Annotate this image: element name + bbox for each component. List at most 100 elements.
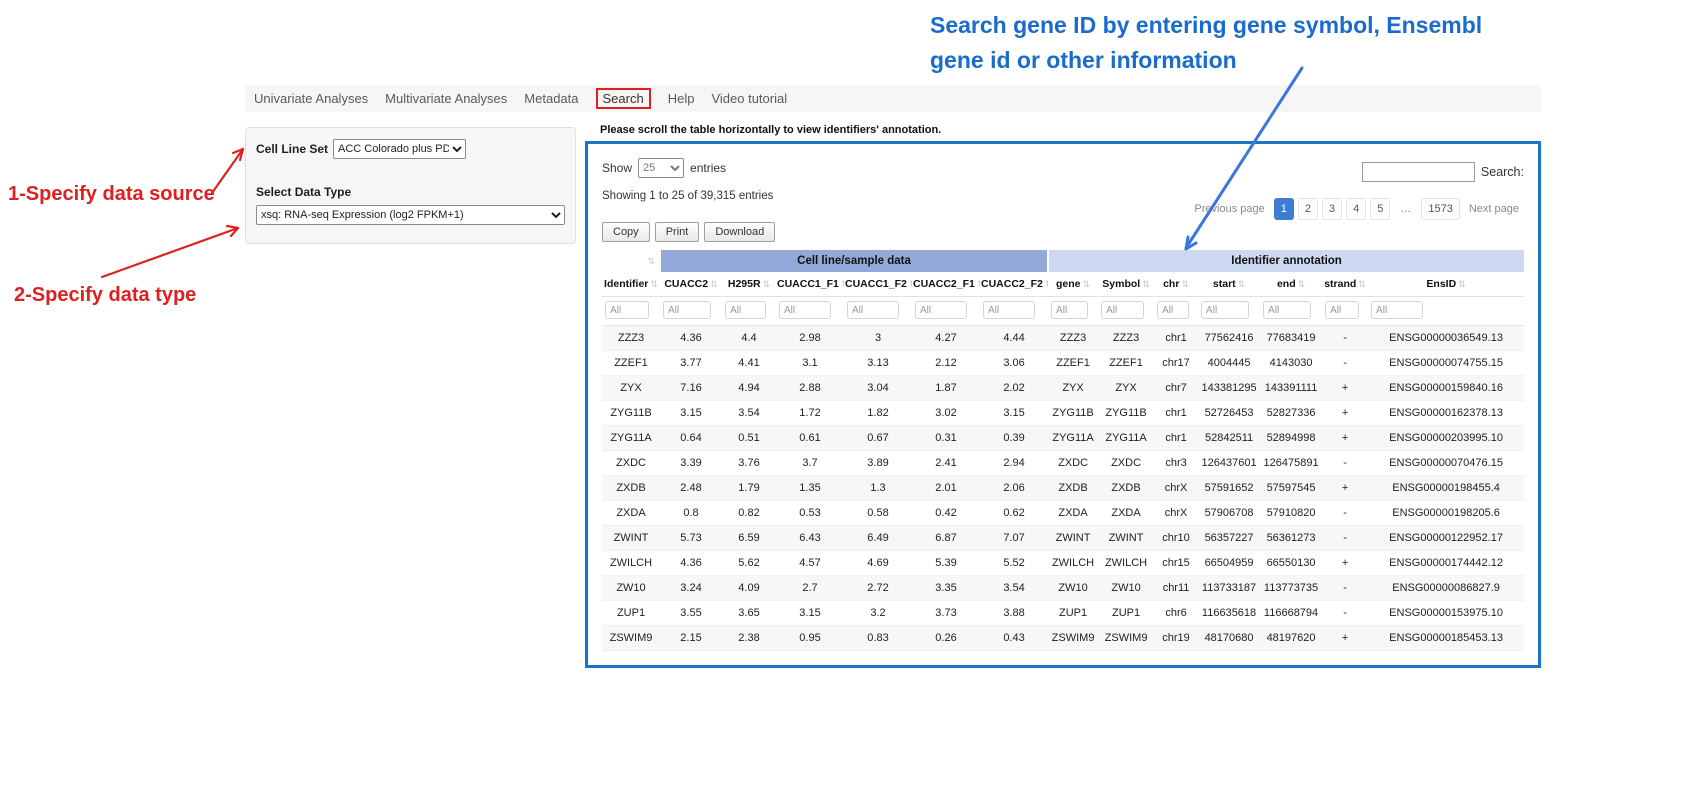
table-cell: -	[1322, 326, 1368, 351]
corner-cell: ⇅	[602, 250, 660, 272]
table-cell: 2.7	[776, 576, 844, 601]
sort-icon[interactable]: ⇅	[647, 256, 655, 266]
filter-input-symbol[interactable]	[1101, 301, 1144, 319]
sort-icon[interactable]: ⇅	[1238, 279, 1246, 289]
nav-item-search[interactable]: Search	[596, 88, 651, 109]
sort-icon[interactable]: ⇅	[909, 279, 912, 289]
download-button[interactable]: Download	[704, 222, 775, 242]
table-cell: 1.82	[844, 401, 912, 426]
sort-icon[interactable]: ⇅	[841, 279, 844, 289]
table-cell: ZUP1	[1098, 601, 1154, 626]
table-cell: ZYG11A	[602, 426, 660, 451]
nav-item-metadata[interactable]: Metadata	[524, 91, 578, 106]
table-cell: +	[1322, 551, 1368, 576]
table-cell: ZUP1	[1048, 601, 1098, 626]
table-cell: ZXDA	[1098, 501, 1154, 526]
sort-icon[interactable]: ⇅	[1358, 279, 1366, 289]
table-cell: ZXDC	[602, 451, 660, 476]
pagination-page-2[interactable]: 2	[1298, 198, 1318, 220]
column-header-cuacc2_f1[interactable]: CUACC2_F1⇅	[912, 272, 980, 297]
data-type-label: Select Data Type	[256, 185, 565, 199]
table-cell: 2.94	[980, 451, 1048, 476]
filter-input-cuacc2[interactable]	[663, 301, 711, 319]
column-header-symbol[interactable]: Symbol⇅	[1098, 272, 1154, 297]
column-header-h295r[interactable]: H295R⇅	[722, 272, 776, 297]
search-group: Search:	[1362, 162, 1524, 182]
table-row: ZZZ34.364.42.9834.274.44ZZZ3ZZZ3chr17756…	[602, 326, 1524, 351]
table-cell: 3.76	[722, 451, 776, 476]
column-header-start[interactable]: start⇅	[1198, 272, 1260, 297]
entries-info: Showing 1 to 25 of 39,315 entries	[602, 190, 773, 202]
column-label: H295R	[728, 278, 761, 290]
column-header-chr[interactable]: chr⇅	[1154, 272, 1198, 297]
pagination-page-5[interactable]: 5	[1370, 198, 1390, 220]
pagination-previous[interactable]: Previous page	[1189, 199, 1269, 219]
copy-button[interactable]: Copy	[602, 222, 650, 242]
column-header-cuacc1_f2[interactable]: CUACC1_F2⇅	[844, 272, 912, 297]
sort-icon[interactable]: ⇅	[977, 279, 980, 289]
pagination-next[interactable]: Next page	[1464, 199, 1524, 219]
print-button[interactable]: Print	[655, 222, 700, 242]
nav-item-multivariate-analyses[interactable]: Multivariate Analyses	[385, 91, 507, 106]
filter-input-cuacc2_f2[interactable]	[983, 301, 1035, 319]
table-cell: 3.24	[660, 576, 722, 601]
column-header-cuacc2[interactable]: CUACC2⇅	[660, 272, 722, 297]
table-cell: 2.41	[912, 451, 980, 476]
column-header-gene[interactable]: gene⇅	[1048, 272, 1098, 297]
filter-input-chr[interactable]	[1157, 301, 1189, 319]
nav-item-video-tutorial[interactable]: Video tutorial	[711, 91, 787, 106]
filter-cell	[912, 297, 980, 326]
data-type-select[interactable]: xsq: RNA-seq Expression (log2 FPKM+1)	[256, 205, 565, 225]
pagination-page-1573[interactable]: 1573	[1421, 198, 1459, 220]
filter-input-start[interactable]	[1201, 301, 1249, 319]
filter-input-strand[interactable]	[1325, 301, 1359, 319]
filter-input-ensid[interactable]	[1371, 301, 1423, 319]
column-label: CUACC1_F1	[777, 278, 839, 290]
search-input[interactable]	[1362, 162, 1475, 182]
page-length-select[interactable]: 25	[638, 158, 684, 178]
sort-icon[interactable]: ⇅	[1045, 279, 1048, 289]
column-header-cuacc2_f2[interactable]: CUACC2_F2⇅	[980, 272, 1048, 297]
filter-input-gene[interactable]	[1051, 301, 1088, 319]
column-header-end[interactable]: end⇅	[1260, 272, 1322, 297]
nav-item-univariate-analyses[interactable]: Univariate Analyses	[254, 91, 368, 106]
pagination-page-4[interactable]: 4	[1346, 198, 1366, 220]
filter-input-cuacc1_f1[interactable]	[779, 301, 831, 319]
table-cell: 5.39	[912, 551, 980, 576]
filter-input-cuacc1_f2[interactable]	[847, 301, 899, 319]
table-cell: 3.65	[722, 601, 776, 626]
group-header-cell-line/sample-data: Cell line/sample data	[660, 250, 1048, 272]
sort-icon[interactable]: ⇅	[1181, 279, 1189, 289]
table-cell: ZSWIM9	[602, 626, 660, 651]
sort-icon[interactable]: ⇅	[650, 279, 658, 289]
table-row: ZSWIM92.152.380.950.830.260.43ZSWIM9ZSWI…	[602, 626, 1524, 651]
column-header-cuacc1_f1[interactable]: CUACC1_F1⇅	[776, 272, 844, 297]
pagination-page-3[interactable]: 3	[1322, 198, 1342, 220]
filter-input-h295r[interactable]	[725, 301, 766, 319]
filter-input-cuacc2_f1[interactable]	[915, 301, 967, 319]
column-header-identifier[interactable]: Identifier⇅	[602, 272, 660, 297]
sort-icon[interactable]: ⇅	[1298, 279, 1306, 289]
show-label: Show	[602, 161, 632, 175]
column-header-strand[interactable]: strand⇅	[1322, 272, 1368, 297]
table-cell: 0.64	[660, 426, 722, 451]
table-cell: 5.52	[980, 551, 1048, 576]
filter-cell	[602, 297, 660, 326]
sort-icon[interactable]: ⇅	[763, 279, 771, 289]
column-header-ensid[interactable]: EnsID⇅	[1368, 272, 1524, 297]
filter-input-end[interactable]	[1263, 301, 1311, 319]
table-cell: 0.82	[722, 501, 776, 526]
table-cell: 3.73	[912, 601, 980, 626]
sort-icon[interactable]: ⇅	[1083, 279, 1091, 289]
table-cell: 57906708	[1198, 501, 1260, 526]
cell-line-set-select[interactable]: ACC Colorado plus PDX	[333, 139, 466, 159]
nav-item-help[interactable]: Help	[668, 91, 695, 106]
table-cell: ZW10	[602, 576, 660, 601]
sort-icon[interactable]: ⇅	[1142, 279, 1150, 289]
sort-icon[interactable]: ⇅	[1458, 279, 1466, 289]
pagination-page-1[interactable]: 1	[1274, 198, 1294, 220]
filter-input-identifier[interactable]	[605, 301, 649, 319]
table-cell: chr10	[1154, 526, 1198, 551]
sort-icon[interactable]: ⇅	[710, 279, 718, 289]
red-arrow-2	[102, 226, 238, 277]
